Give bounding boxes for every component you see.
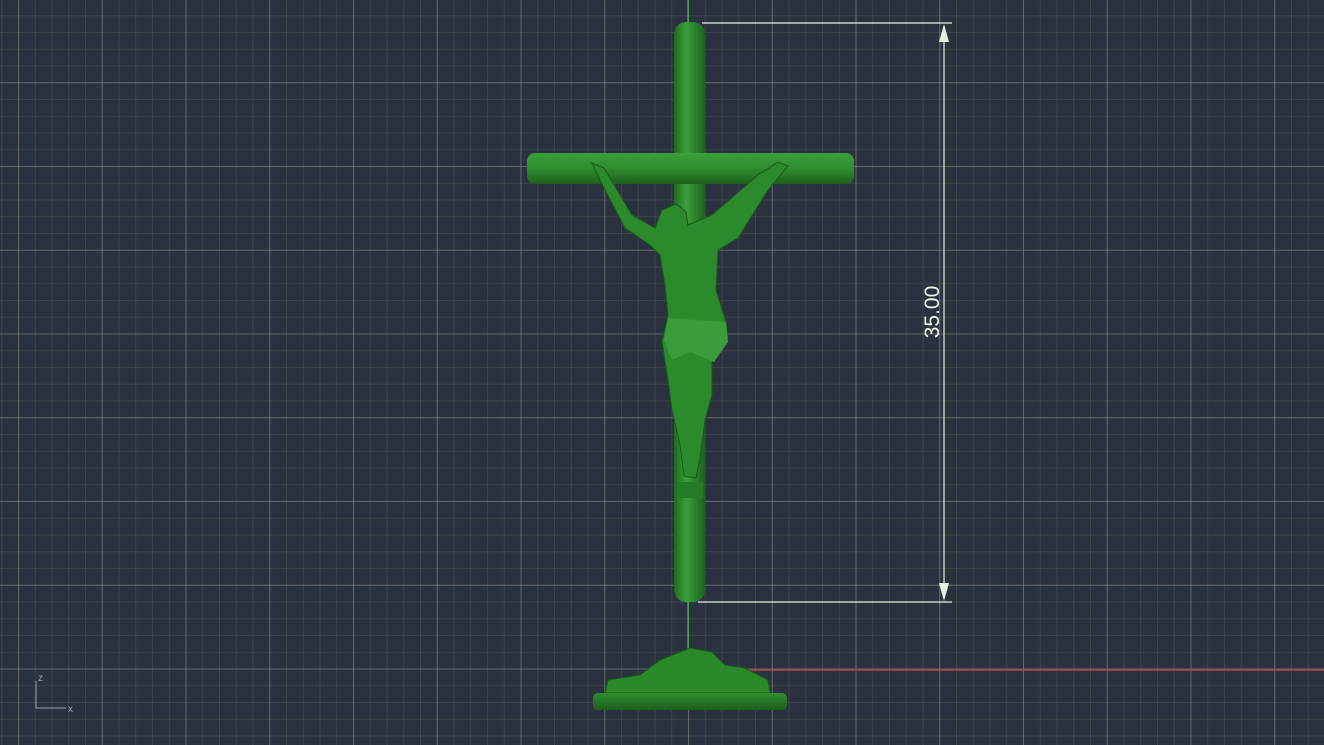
arrow-up-icon xyxy=(939,24,949,42)
arrow-down-icon xyxy=(939,583,949,601)
dimension-value: 35.00 xyxy=(921,286,944,339)
base-plinth xyxy=(593,693,787,710)
cad-viewport[interactable]: 35.00 z x xyxy=(0,0,1324,745)
axis-indicator: z x xyxy=(35,673,73,715)
z-axis-label: z xyxy=(38,673,43,684)
viewport-canvas[interactable]: 35.00 z x xyxy=(0,0,1324,745)
crucifix-model[interactable] xyxy=(527,22,854,710)
x-axis-label: x xyxy=(68,704,73,715)
feet-block xyxy=(677,482,703,498)
vertical-dimension[interactable] xyxy=(698,22,952,603)
cross-horizontal-beam xyxy=(527,153,854,184)
rock-base xyxy=(604,647,771,694)
